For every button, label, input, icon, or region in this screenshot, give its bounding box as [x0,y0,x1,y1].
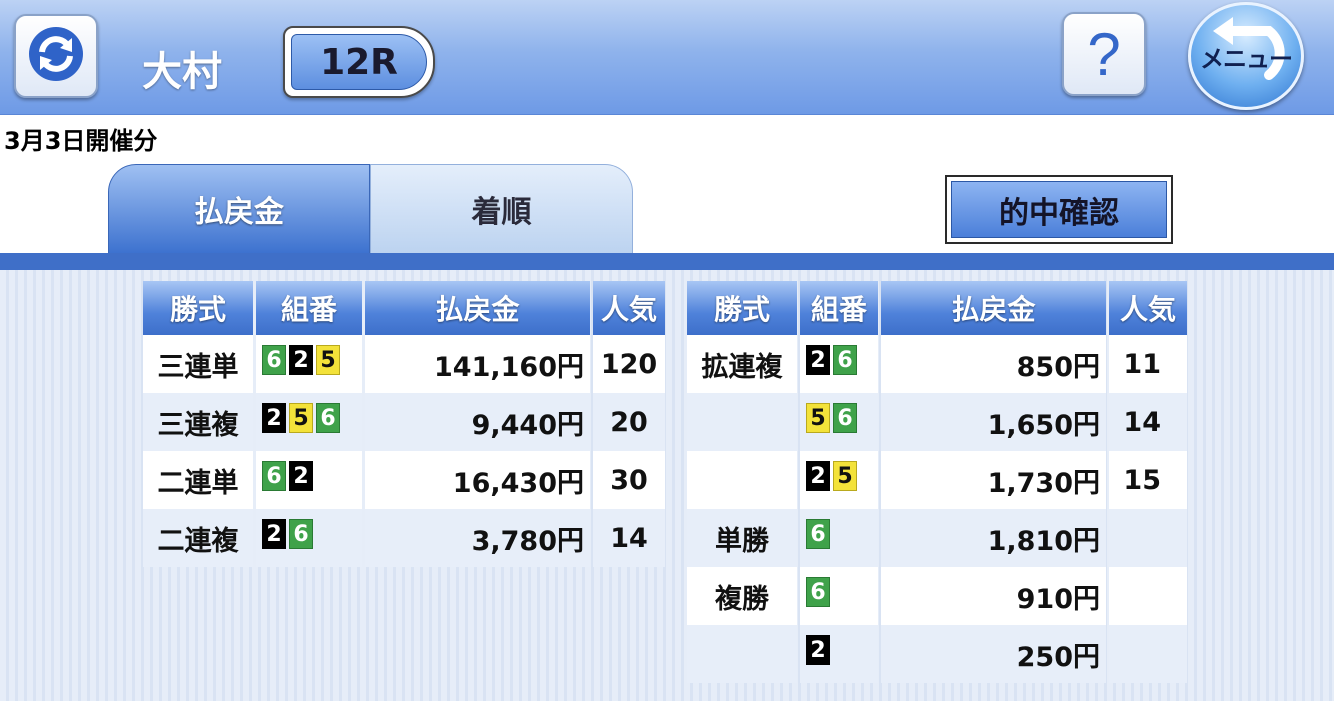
combination-cell: 56 [800,393,878,451]
tab-payout[interactable]: 払戻金 [108,164,370,253]
popularity-cell [1109,567,1187,625]
header-payout: 払戻金 [365,281,590,335]
boat-number-chip: 6 [833,345,857,375]
menu-label: メニュー [1200,44,1293,73]
header-bet-type: 勝式 [143,281,253,335]
boat-number-chip: 6 [833,403,857,433]
bet-type-cell: 拡連複 [687,335,797,393]
combination-cell: 26 [256,509,362,567]
table-row: 二連単 6 2 16,430円 30 [143,451,665,509]
payout-cell: 1,810円 [881,509,1106,567]
boat-number-chip: 2 [289,345,313,375]
popularity-cell [1109,625,1187,683]
bet-type-cell [687,451,797,509]
combination-cell: 6 [800,509,878,567]
boat-number-chip: 2 [806,345,830,375]
payout-cell: 1,730円 [881,451,1106,509]
payout-cell: 1,650円 [881,393,1106,451]
boat-number-chip: 6 [262,345,286,375]
hit-check-label: 的中確認 [951,181,1167,238]
popularity-cell: 120 [593,335,665,393]
payout-cell: 250円 [881,625,1106,683]
bet-type-cell: 三連単 [143,335,253,393]
boat-number-chip: 6 [262,461,286,491]
popularity-cell: 20 [593,393,665,451]
header-bet-type: 勝式 [687,281,797,335]
payout-cell: 9,440円 [365,393,590,451]
popularity-cell [1109,509,1187,567]
race-select-button[interactable]: 12R [283,26,435,98]
bet-type-cell: 複勝 [687,567,797,625]
table-row: 三連単 6 2 5 141,160円 120 [143,335,665,393]
combination-cell: 26 [800,335,878,393]
boat-number-chip: 6 [316,403,340,433]
boat-number-chip: 2 [806,461,830,491]
combination-cell: 2 [800,625,878,683]
boat-number-chip: 5 [289,403,313,433]
refresh-icon [26,24,86,88]
combination-cell: 625 [256,335,362,393]
boat-number-chip: 2 [262,519,286,549]
table-row: 2 5 1,730円 15 [687,451,1187,509]
combination-cell: 6 [800,567,878,625]
bet-type-cell: 単勝 [687,509,797,567]
payout-cell: 3,780円 [365,509,590,567]
race-number: 12R [291,34,427,90]
bet-type-cell: 三連複 [143,393,253,451]
table-row: 複勝 6 910円 [687,567,1187,625]
bet-type-cell [687,393,797,451]
popularity-cell: 15 [1109,451,1187,509]
boat-number-chip: 6 [806,577,830,607]
combination-cell: 62 [256,451,362,509]
bet-type-cell: 二連単 [143,451,253,509]
tab-finish-order[interactable]: 着順 [370,164,633,253]
venue-name: 大村 [142,49,222,95]
table-row: 5 6 1,650円 14 [687,393,1187,451]
table-row: 三連複 2 5 6 9,440円 20 [143,393,665,451]
help-button[interactable]: ? [1062,12,1146,96]
bet-type-cell [687,625,797,683]
popularity-cell: 11 [1109,335,1187,393]
header-combination: 組番 [800,281,878,335]
payout-cell: 16,430円 [365,451,590,509]
boat-number-chip: 2 [289,461,313,491]
boat-number-chip: 5 [806,403,830,433]
payout-cell: 141,160円 [365,335,590,393]
payout-table-right: 勝式 組番 払戻金 人気 拡連複 2 6 850円 11 5 6 1,650円 14 2 5 1,73… [684,281,1190,683]
boat-number-chip: 5 [316,345,340,375]
table-row: 単勝 6 1,810円 [687,509,1187,567]
payout-table-left: 勝式 組番 払戻金 人気 三連単 6 2 5 141,160円 120 三連複 2 5 6 9,44… [140,281,668,567]
header-popularity: 人気 [1109,281,1187,335]
boat-number-chip: 6 [806,519,830,549]
payout-cell: 850円 [881,335,1106,393]
popularity-cell: 30 [593,451,665,509]
boat-number-chip: 2 [806,635,830,665]
boat-number-chip: 6 [289,519,313,549]
header-popularity: 人気 [593,281,665,335]
top-bar: 大村 12R ? メニュー [0,0,1334,115]
popularity-cell: 14 [593,509,665,567]
table-row: 2 250円 [687,625,1187,683]
boat-number-chip: 2 [262,403,286,433]
payout-cell: 910円 [881,567,1106,625]
header-payout: 払戻金 [881,281,1106,335]
table-row: 二連複 2 6 3,780円 14 [143,509,665,567]
event-date: 3月3日開催分 [4,127,158,155]
combination-cell: 25 [800,451,878,509]
combination-cell: 256 [256,393,362,451]
popularity-cell: 14 [1109,393,1187,451]
menu-button[interactable]: メニュー [1188,2,1304,110]
refresh-button[interactable] [14,14,98,98]
tab-divider [0,253,1334,270]
header-combination: 組番 [256,281,362,335]
bet-type-cell: 二連複 [143,509,253,567]
boat-number-chip: 5 [833,461,857,491]
hit-check-button[interactable]: 的中確認 [945,175,1173,244]
table-row: 拡連複 2 6 850円 11 [687,335,1187,393]
